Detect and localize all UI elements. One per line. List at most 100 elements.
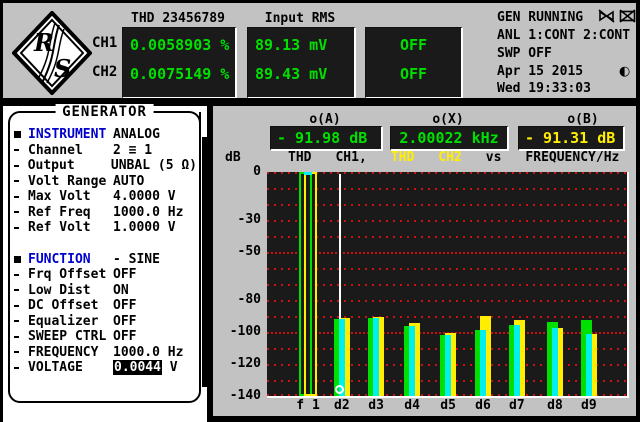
- x-axis-tick-label: d2: [334, 398, 350, 413]
- cursor-marker[interactable]: [334, 384, 344, 394]
- cursor-x-readout-box: 2.00022 kHz: [390, 126, 509, 151]
- gridline: [267, 204, 627, 206]
- trace-caption-part: FREQUENCY/Hz: [525, 150, 620, 165]
- rohde-schwarz-logo-icon: R S: [12, 11, 92, 95]
- gridline: [267, 316, 627, 318]
- x-axis-tick-label: d4: [404, 398, 420, 413]
- setting-value: 4.0000 V: [113, 189, 176, 205]
- setting-label: FUNCTION: [28, 251, 91, 267]
- time-text: Wed 19:33:03: [497, 81, 591, 96]
- rms-ch1-value: 89.13 mV: [255, 36, 328, 54]
- bar-overlap: [409, 326, 416, 396]
- svg-text:R: R: [33, 28, 54, 57]
- trace-caption-part: THD: [390, 150, 415, 165]
- setting-value: OFF: [113, 329, 137, 345]
- setting-label: Low Dist: [28, 282, 91, 298]
- setting-value: 1.0000 V: [113, 220, 176, 236]
- setting-label: Max Volt: [28, 189, 91, 205]
- y-axis-tick-label: -80: [237, 292, 261, 307]
- edit-highlight[interactable]: 0.0044: [113, 360, 162, 376]
- y-axis-tick-label: 0: [253, 164, 261, 179]
- generator-setting-row[interactable]: FUNCTION - SINE: [14, 252, 197, 268]
- y-axis-tick-label: -120: [229, 356, 261, 371]
- keyboard-lock-icon: [619, 9, 636, 23]
- square-bullet-icon: [14, 255, 28, 263]
- generator-setting-row[interactable]: Ref Volt 1.0000 V: [14, 220, 197, 236]
- setting-label: INSTRUMENT: [28, 127, 107, 143]
- generator-setting-row[interactable]: VOLTAGE 0.0044 V: [14, 360, 197, 376]
- svg-text:S: S: [54, 54, 71, 83]
- gridline: [267, 188, 627, 190]
- generator-panel-title: GENERATOR: [55, 104, 154, 120]
- gen-status: GEN RUNNING: [497, 10, 584, 25]
- dash-bullet-icon: [14, 211, 28, 214]
- cursor-x-label: o(X): [432, 112, 464, 127]
- dash-bullet-icon: [14, 289, 28, 292]
- y-axis-unit-label: dB: [225, 150, 241, 165]
- dash-bullet-icon: [14, 304, 28, 307]
- setting-value: 2 ≡ 1: [113, 142, 153, 158]
- setting-value: OFF: [113, 298, 137, 314]
- header: R S CH1 CH2 THD 23456789 0.0058903 % 0.0…: [3, 3, 636, 99]
- dash-bullet-icon: [14, 335, 28, 338]
- cursor-a-label: o(A): [309, 112, 341, 127]
- generator-setting-row[interactable]: Output UNBAL (5 Ω): [14, 158, 197, 174]
- cursor-line[interactable]: [338, 174, 341, 320]
- dash-bullet-icon: [14, 273, 28, 276]
- setting-label: Equalizer: [28, 313, 99, 329]
- input-rms-label: Input RMS: [264, 11, 336, 26]
- generator-setting-row[interactable]: FREQUENCY 1000.0 Hz: [14, 345, 197, 361]
- setting-value: - SINE: [113, 251, 160, 267]
- generator-setting-row[interactable]: Equalizer OFF: [14, 314, 197, 330]
- trace-caption-part: CH1,: [335, 150, 367, 165]
- gridline: [267, 236, 627, 238]
- gridline: [267, 284, 627, 286]
- dash-bullet-icon: [14, 351, 28, 354]
- setting-value: ON: [113, 282, 129, 298]
- dash-bullet-icon: [14, 180, 28, 183]
- thd-ch1-value: 0.0058903 %: [130, 36, 230, 54]
- generator-setting-row[interactable]: Max Volt 4.0000 V: [14, 189, 197, 205]
- generator-setting-row[interactable]: Low Dist ON: [14, 283, 197, 299]
- generator-setting-row[interactable]: SWEEP CTRL OFF: [14, 329, 197, 345]
- generator-setting-row[interactable]: Volt Range AUTO: [14, 174, 197, 190]
- generator-setting-row[interactable]: DC Offset OFF: [14, 298, 197, 314]
- x-axis-tick-label: d9: [581, 398, 597, 413]
- bar-ch2-outline: [304, 172, 318, 396]
- generator-setting-row[interactable]: Channel 2 ≡ 1: [14, 143, 197, 159]
- setting-label: Channel: [28, 142, 83, 158]
- cursor-b-readout-box: - 91.31 dB: [518, 126, 625, 151]
- setting-label: Volt Range: [28, 173, 107, 189]
- gen-running-icon: [598, 9, 615, 23]
- dash-bullet-icon: [14, 164, 28, 167]
- setting-value: 1000.0 Hz: [113, 344, 184, 360]
- screen-border-top: [0, 0, 640, 3]
- trace-caption: THD CH1, THD CH2 vs FREQUENCY/Hz: [288, 150, 619, 165]
- dash-bullet-icon: [14, 195, 28, 198]
- setting-label: VOLTAGE: [28, 360, 83, 376]
- bar-overlap: [445, 335, 452, 396]
- x-axis-tick-label: d5: [440, 398, 456, 413]
- thd-ch2-value: 0.0075149 %: [130, 65, 230, 83]
- setting-label: SWEEP CTRL: [28, 329, 107, 345]
- trace-caption-part: THD: [288, 150, 312, 165]
- generator-setting-row[interactable]: Ref Freq 1000.0 Hz: [14, 205, 197, 221]
- anl-status: ANL 1:CONT 2:CONT: [497, 28, 631, 43]
- panel-scrollbar-track[interactable]: [199, 112, 201, 390]
- setting-value: 0.0044 V: [113, 360, 178, 376]
- date-text: Apr 15 2015: [497, 64, 584, 79]
- x-axis-tick-label: d8: [547, 398, 563, 413]
- bargraph-plot-area: [267, 172, 629, 398]
- thd-readout-box: 0.0058903 % 0.0075149 %: [122, 27, 237, 99]
- row-spacer: [14, 236, 197, 252]
- bar-overlap: [552, 328, 558, 396]
- bar-overlap: [585, 333, 592, 396]
- bar-overlap: [373, 318, 380, 396]
- ch1-label: CH1: [92, 35, 118, 51]
- generator-setting-row[interactable]: Frq Offset OFF: [14, 267, 197, 283]
- setting-value: OFF: [113, 267, 137, 283]
- input-rms-readout-box: 89.13 mV 89.43 mV: [247, 27, 356, 99]
- generator-setting-row[interactable]: INSTRUMENT ANALOG: [14, 127, 197, 143]
- bar-overlap: [513, 324, 520, 396]
- cursor-b-label: o(B): [567, 112, 599, 127]
